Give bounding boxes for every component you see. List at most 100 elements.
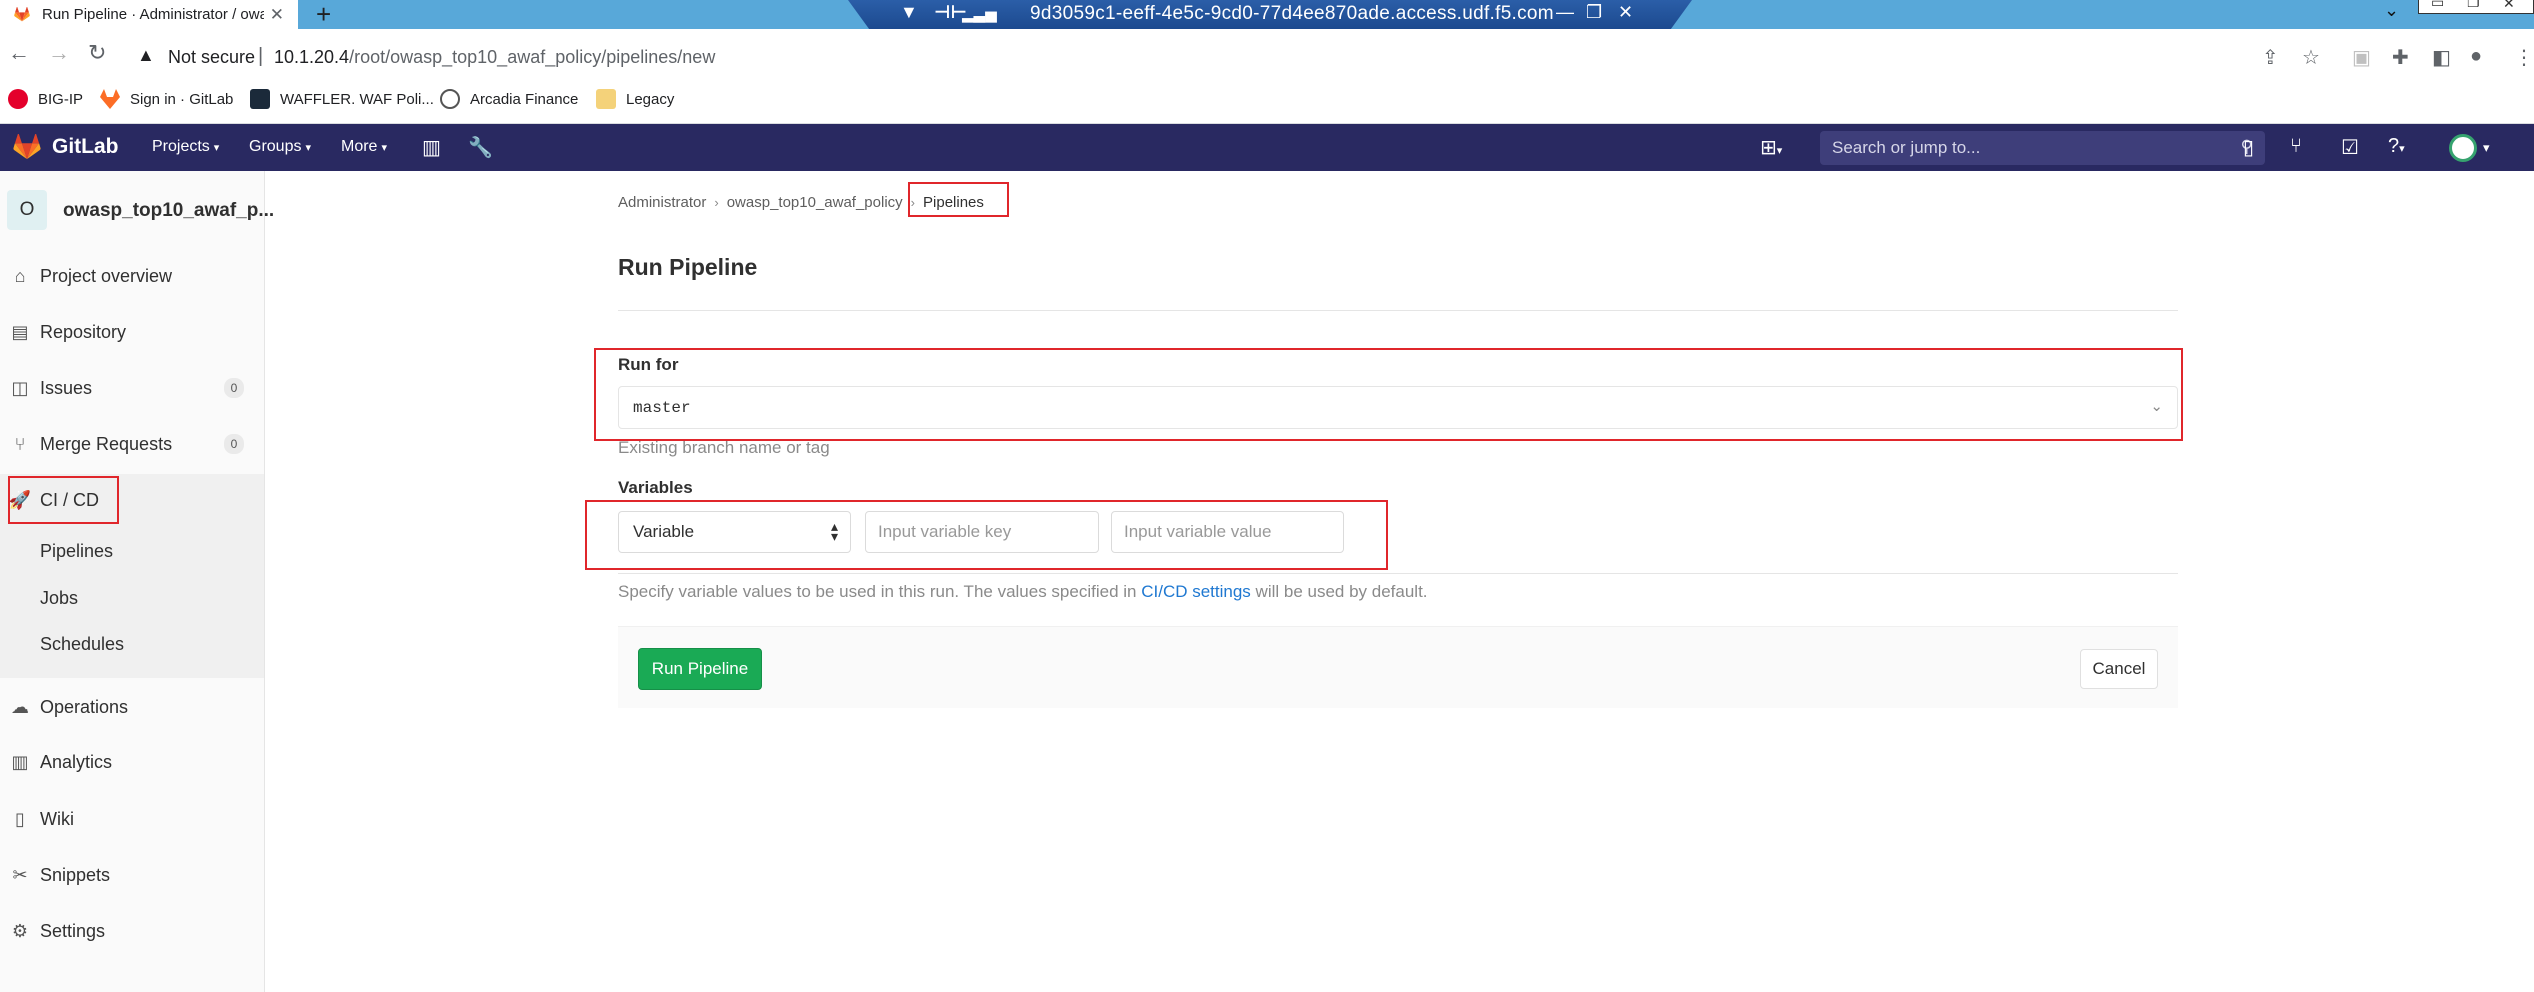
new-tab-button[interactable]: + xyxy=(316,1,331,27)
ref-dropdown[interactable]: master ⌄ xyxy=(618,386,2178,429)
sidebar-item-cicd[interactable]: 🚀 CI / CD xyxy=(0,476,264,524)
sidebar-subitem-jobs[interactable]: Jobs xyxy=(40,588,78,609)
chevron-down-icon: ▾ xyxy=(305,142,311,154)
variable-value-input[interactable] xyxy=(1111,511,1344,553)
back-icon[interactable]: ← xyxy=(8,42,30,64)
bookmark-label: WAFFLER. WAF Poli... xyxy=(280,90,434,108)
run-for-label: Run for xyxy=(618,355,679,374)
todos-check-icon[interactable]: ☑ xyxy=(2341,135,2359,160)
nav-groups[interactable]: Groups ▾ xyxy=(249,138,311,156)
bookmark-label: Legacy xyxy=(626,90,675,108)
sidebar-item-settings[interactable]: ⚙ Settings xyxy=(0,907,264,955)
url-field[interactable]: 10.1.20.4/root/owasp_top10_awaf_policy/p… xyxy=(274,47,715,68)
warning-icon[interactable]: ▲ xyxy=(137,45,155,66)
sidebar-item-issues[interactable]: ◫ Issues 0 xyxy=(0,364,264,412)
user-avatar[interactable] xyxy=(2449,134,2477,162)
reload-icon[interactable]: ↻ xyxy=(88,42,106,64)
project-avatar[interactable]: O xyxy=(7,190,47,230)
run-pipeline-button[interactable]: Run Pipeline xyxy=(638,648,762,690)
admin-wrench-icon[interactable]: 🔧 xyxy=(468,135,493,160)
folder-icon xyxy=(596,89,616,109)
forward-icon[interactable]: → xyxy=(48,42,70,64)
form-actions xyxy=(618,626,2178,708)
minimize-icon[interactable]: — xyxy=(1556,2,1574,23)
sidebar-item-operations[interactable]: ☁ Operations xyxy=(0,683,264,731)
sidebar-subitem-schedules[interactable]: Schedules xyxy=(40,634,124,655)
close-icon[interactable]: ✕ xyxy=(1618,2,1633,23)
sidebar-item-merge-requests[interactable]: ⑂ Merge Requests 0 xyxy=(0,420,264,468)
profile-icon[interactable]: ● xyxy=(2470,45,2482,68)
bookmark-star-icon[interactable]: ☆ xyxy=(2302,45,2320,70)
globe-icon xyxy=(440,89,460,109)
bookmark-label: Arcadia Finance xyxy=(470,90,579,108)
merge-request-icon: ⑂ xyxy=(14,433,26,454)
window-close-icon[interactable]: ✕ xyxy=(2503,0,2515,12)
bookmark-arcadia[interactable]: Arcadia Finance xyxy=(440,89,578,109)
bookmark-gitlab[interactable]: Sign in · GitLab xyxy=(100,89,233,109)
bookmark-big-ip[interactable]: BIG-IP xyxy=(8,89,83,109)
issues-count-badge: 0 xyxy=(224,378,244,398)
chevron-down-icon: ▾ xyxy=(213,142,220,154)
window-minimize-icon[interactable]: ▭ xyxy=(2431,0,2444,11)
sidebar-item-snippets[interactable]: ✂ Snippets xyxy=(0,851,264,899)
search-input[interactable] xyxy=(1820,131,2265,165)
sidebar-item-project-overview[interactable]: ⌂ Project overview xyxy=(0,252,264,300)
variables-help-prefix: Specify variable values to be used in th… xyxy=(618,582,1142,601)
variables-help-suffix: will be used by default. xyxy=(1250,582,1428,601)
dropdown-arrow-icon[interactable]: ▼ xyxy=(900,2,918,23)
search-box[interactable]: ⚲ xyxy=(1820,131,2265,165)
bookmark-waffler[interactable]: WAFFLER. WAF Poli... xyxy=(250,89,434,109)
side-panel-icon[interactable]: ◧ xyxy=(2432,45,2451,70)
chevron-down-icon[interactable]: ▾ xyxy=(2483,140,2490,156)
sidebar-item-label: Merge Requests xyxy=(40,433,173,454)
select-updown-icon: ▴ ▾ xyxy=(830,518,838,544)
puzzle-icon[interactable]: ✚ xyxy=(2392,45,2409,70)
bookmark-label: Sign in · GitLab xyxy=(130,90,234,108)
merge-requests-header-icon[interactable]: ⑂ xyxy=(2290,135,2302,158)
window-chevron-icon[interactable]: ⌄ xyxy=(2384,0,2399,22)
window-controls: ▭ ❐ ✕ xyxy=(2418,0,2534,14)
tab-close-icon[interactable]: ✕ xyxy=(270,5,284,25)
breadcrumb: Administrator › owasp_top10_awaf_policy … xyxy=(618,194,984,211)
nav-more[interactable]: More ▾ xyxy=(341,138,387,156)
share-icon[interactable]: ⇪ xyxy=(2262,45,2279,70)
bookmark-legacy[interactable]: Legacy xyxy=(596,89,674,109)
browser-tab[interactable]: Run Pipeline · Administrator / owasp ✕ xyxy=(0,0,298,29)
cicd-settings-link[interactable]: CI/CD settings xyxy=(1141,582,1251,601)
browser-menu-icon[interactable]: ⋮ xyxy=(2514,45,2534,70)
breadcrumb-project[interactable]: owasp_top10_awaf_policy xyxy=(727,194,903,211)
variable-key-input[interactable] xyxy=(865,511,1099,553)
ref-value: master xyxy=(633,398,691,417)
sidebar-item-analytics[interactable]: ▥ Analytics xyxy=(0,738,264,786)
merge-requests-count-badge: 0 xyxy=(224,434,244,454)
new-item-icon[interactable]: ⊞▾ xyxy=(1760,135,1782,160)
variable-type-value: Variable xyxy=(633,522,695,541)
variables-help-text: Specify variable values to be used in th… xyxy=(618,582,1428,602)
url-host: 10.1.20.4 xyxy=(274,47,350,67)
gitlab-brand[interactable]: GitLab xyxy=(52,135,119,159)
sidebar-item-repository[interactable]: ▤ Repository xyxy=(0,308,264,356)
sidebar-item-label: CI / CD xyxy=(40,489,100,510)
sidebar-item-label: Wiki xyxy=(40,808,74,829)
variable-type-select[interactable]: Variable ▴ ▾ xyxy=(618,511,851,553)
breadcrumb-administrator[interactable]: Administrator xyxy=(618,194,706,211)
gitlab-favicon-icon xyxy=(14,7,30,22)
not-secure-label[interactable]: Not secure xyxy=(168,47,255,68)
sidebar-item-wiki[interactable]: ▯ Wiki xyxy=(0,795,264,843)
variables-label: Variables xyxy=(618,478,693,497)
breadcrumb-pipelines[interactable]: Pipelines xyxy=(923,194,984,211)
project-name[interactable]: owasp_top10_awaf_p... xyxy=(63,200,274,222)
gitlab-logo-icon[interactable] xyxy=(12,134,42,160)
window-maximize-icon[interactable]: ❐ xyxy=(2467,0,2480,11)
sidebar-item-label: Issues xyxy=(40,377,93,398)
cancel-button[interactable]: Cancel xyxy=(2080,649,2158,689)
extension-icon[interactable]: ▣ xyxy=(2352,45,2371,70)
todo-edit-icon[interactable]: ▯ xyxy=(2243,135,2254,160)
restore-icon[interactable]: ❐ xyxy=(1586,2,1602,23)
nav-projects[interactable]: Projects ▾ xyxy=(152,138,219,156)
sidebar-subitem-pipelines[interactable]: Pipelines xyxy=(40,541,113,562)
signal-icon: ▂▃▅ xyxy=(962,6,997,23)
help-icon[interactable]: ?▾ xyxy=(2388,135,2405,158)
activity-chart-icon[interactable]: ▥ xyxy=(422,135,441,160)
scissors-icon: ✂ xyxy=(12,864,28,885)
